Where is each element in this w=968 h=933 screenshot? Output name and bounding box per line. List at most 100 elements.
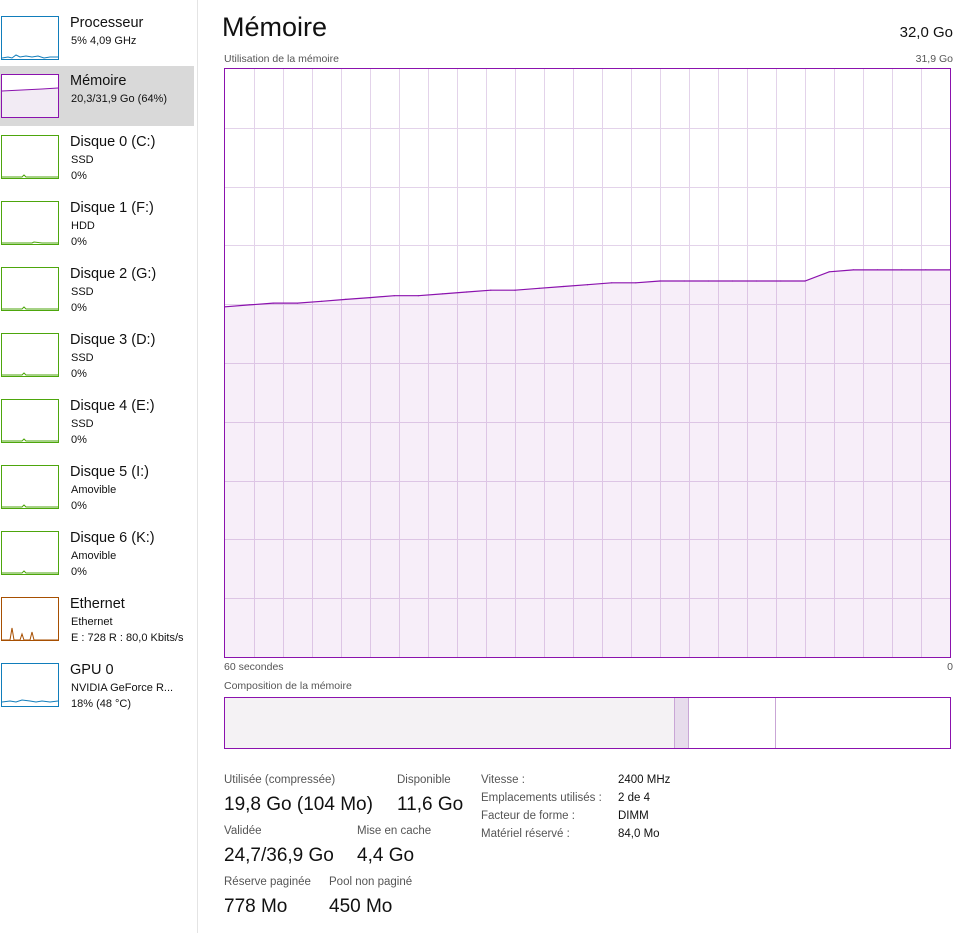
network-graph-thumbnail [1,597,59,641]
graph-time-start-label: 60 secondes [224,661,284,673]
memory-usage-point [683,280,685,282]
sidebar-item-title: Disque 3 (D:) [70,332,156,348]
sidebar-item-title: Processeur [70,15,144,31]
memory-usage-point [538,287,540,289]
memory-composition-bar [224,697,951,749]
disk-graph-thumbnail [1,399,59,443]
thumbnail-line [2,306,58,310]
composition-caption: Composition de la mémoire [224,680,352,692]
memory-usage-point [635,282,637,284]
memory-graph-thumbnail [1,74,59,118]
sidebar-item-usage: E : 728 R : 80,0 Kbits/s [71,632,184,644]
memory-usage-point [321,300,323,302]
thumbnail-line [2,627,58,640]
sidebar-item-usage: 0% [71,368,87,380]
sidebar-item-disque-5-i[interactable]: Disque 5 (I:) Amovible 0% [0,457,194,517]
sidebar-item-title: Disque 4 (E:) [70,398,155,414]
graph-caption: Utilisation de la mémoire [224,53,339,65]
memory-usage-area [225,269,950,657]
thumbnail-sparkline [2,699,58,703]
sidebar-item-usage: 0% [71,566,87,578]
nonpaged-pool-label: Pool non paginé [329,876,413,888]
memory-usage-point [490,289,492,291]
sidebar-item-detail: NVIDIA GeForce R... [71,682,174,694]
memory-usage-chart-svg [225,69,950,657]
memory-usage-graph [224,68,951,658]
sidebar-item-disque-3-d[interactable]: Disque 3 (D:) SSD 0% [0,325,194,385]
thumbnail-line [2,372,58,376]
used-label: Utilisée (compressée) [224,774,336,786]
memory-usage-point [901,269,903,271]
thumbnail-line [2,570,58,574]
thumbnail-area [2,88,58,117]
form-factor-value: DIMM [618,810,649,822]
disk-graph-thumbnail [1,465,59,509]
thumbnail-sparkline [2,570,58,574]
composition-segment-3[interactable] [689,698,776,748]
sidebar-item-title: Disque 0 (C:) [70,134,156,150]
sidebar-item-gpu-0[interactable]: GPU 0 NVIDIA GeForce R... 18% (48 °C) [0,655,194,715]
sidebar-item-disque-4-e[interactable]: Disque 4 (E:) SSD 0% [0,391,194,451]
sidebar-item-detail: SSD [71,286,94,298]
memory-usage-point [611,282,613,284]
memory-detail-pane: Mémoire 32,0 Go Utilisation de la mémoir… [198,0,968,933]
composition-segment-2[interactable] [674,698,689,748]
sidebar-item-usage: 0% [71,434,87,446]
memory-usage-point [441,293,444,295]
thumbnail-line [2,438,58,442]
committed-label: Validée [224,825,262,837]
speed-label: Vitesse : [481,774,525,786]
composition-segment-4[interactable] [776,698,950,748]
sidebar-item-processeur[interactable]: Processeur 5% 4,09 GHz [0,8,194,68]
nonpaged-pool-value: 450 Mo [329,896,393,917]
sidebar-item-disque-6-k[interactable]: Disque 6 (K:) Amovible 0% [0,523,194,583]
sidebar-item-m-moire[interactable]: Mémoire 20,3/31,9 Go (64%) [0,66,194,126]
available-value: 11,6 Go [397,794,464,815]
sidebar-item-title: Disque 6 (K:) [70,530,155,546]
hardware-reserved-value: 84,0 Mo [618,828,660,840]
sidebar-item-detail: Amovible [71,484,117,496]
disk-graph-thumbnail [1,333,59,377]
thumbnail-line [2,699,58,703]
resource-sidebar: Processeur 5% 4,09 GHz Mémoire 20,3/31,9 Go… [0,0,198,933]
paged-pool-label: Réserve paginée [224,876,311,888]
available-label: Disponible [397,774,451,786]
composition-segment-1[interactable] [225,698,675,748]
thumbnail-line [2,241,58,244]
thumbnail-sparkline [2,54,58,59]
disk-graph-thumbnail [1,135,59,179]
thumbnail-sparkline [2,438,58,442]
page-title: Mémoire [222,12,328,42]
hardware-reserved-label: Matériel réservé : [481,828,570,840]
memory-usage-point [345,298,347,300]
used-value: 19,8 Go (104 Mo) [224,794,373,815]
memory-usage-point [876,269,879,271]
sidebar-item-detail: Ethernet [71,616,113,628]
sidebar-item-detail: SSD [71,418,94,430]
thumbnail-sparkline [2,306,58,310]
sidebar-item-disque-2-g[interactable]: Disque 2 (G:) SSD 0% [0,259,194,319]
memory-usage-point [248,304,250,306]
sidebar-item-disque-1-f[interactable]: Disque 1 (F:) HDD 0% [0,193,194,253]
sidebar-item-title: Mémoire [70,73,127,89]
cached-value: 4,4 Go [357,845,415,866]
thumbnail-line [2,54,58,59]
sidebar-item-title: GPU 0 [70,662,114,678]
thumbnail-sparkline [2,372,58,376]
sidebar-item-detail: 20,3/31,9 Go (64%) [71,93,168,105]
total-memory-label: 32,0 Go [899,24,953,41]
thumbnail-sparkline [2,241,58,244]
committed-value: 24,7/36,9 Go [224,845,334,866]
sidebar-item-title: Disque 5 (I:) [70,464,149,480]
sidebar-item-detail: HDD [71,220,95,232]
memory-usage-point [756,280,758,282]
sidebar-item-ethernet[interactable]: Ethernet Ethernet E : 728 R : 80,0 Kbits/s [0,589,194,649]
sidebar-item-usage: 18% (48 °C) [71,698,132,710]
memory-usage-point [562,285,564,288]
sidebar-item-usage: 0% [71,302,87,314]
speed-value: 2400 MHz [618,774,671,786]
sidebar-item-usage: 0% [71,236,87,248]
disk-graph-thumbnail [1,201,59,245]
sidebar-item-disque-0-c[interactable]: Disque 0 (C:) SSD 0% [0,127,194,187]
memory-usage-point [780,280,782,282]
